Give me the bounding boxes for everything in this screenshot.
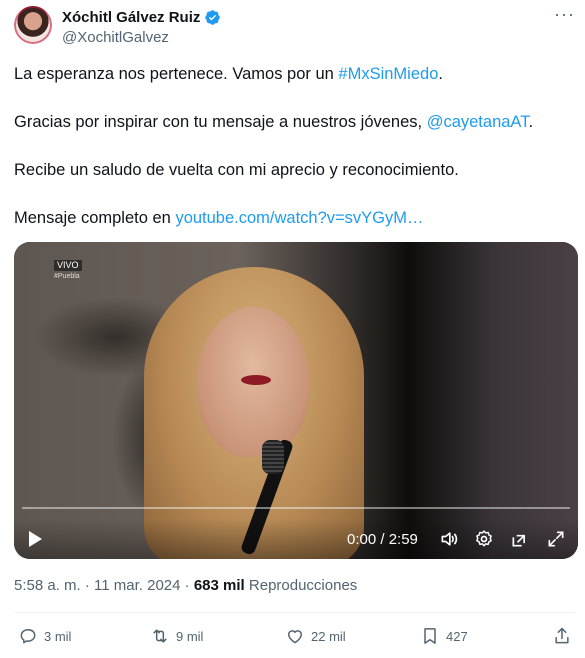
pop-out-icon[interactable]: [509, 529, 531, 549]
bookmark-count: 427: [446, 628, 468, 644]
fullscreen-icon[interactable]: [545, 529, 567, 549]
video-player[interactable]: VIVO #Puebla 0:00 / 2:59: [14, 242, 578, 559]
more-options-icon[interactable]: ···: [554, 5, 574, 26]
reply-icon: [20, 629, 36, 644]
avatar[interactable]: [14, 6, 52, 44]
author-handle[interactable]: @XochitlGalvez: [62, 29, 169, 46]
repost-count: 9 mil: [176, 628, 204, 644]
tweet-time[interactable]: 5:58 a. m.: [14, 577, 81, 594]
reply-button[interactable]: 3 mil: [18, 624, 71, 648]
reply-count: 3 mil: [44, 628, 72, 644]
live-badge: VIVO #Puebla: [54, 260, 82, 282]
video-time: 0:00 / 2:59: [347, 531, 418, 548]
tweet-meta: 5:58 a. m. · 11 mar. 2024 · 683 mil Repr…: [14, 577, 358, 594]
repost-icon: [153, 629, 167, 643]
heart-icon: [288, 630, 302, 644]
tweet-line-3: Recibe un saludo de vuelta con mi apreci…: [14, 161, 459, 179]
divider: [14, 612, 574, 613]
video-person-lips: [241, 375, 271, 385]
author-name-row: Xóchitl Gálvez Ruiz: [62, 9, 221, 26]
live-label: VIVO: [54, 260, 82, 271]
action-bar: 3 mil 9 mil 22 mil 427: [14, 624, 574, 648]
tweet-line-2: Gracias por inspirar con tu mensaje a nu…: [14, 113, 534, 131]
video-progress-bar[interactable]: [22, 507, 570, 509]
microphone-icon: [262, 440, 284, 474]
verified-badge-icon: [205, 10, 221, 25]
video-controls: 0:00 / 2:59: [14, 519, 578, 559]
mention-link[interactable]: @cayetanaAT: [427, 113, 529, 131]
volume-icon[interactable]: [438, 529, 460, 549]
location-label: #Puebla: [54, 273, 80, 280]
like-count: 22 mil: [311, 628, 346, 644]
tweet-line-1: La esperanza nos pertenece. Vamos por un…: [14, 65, 443, 83]
bookmark-icon: [424, 628, 436, 644]
repost-button[interactable]: 9 mil: [150, 624, 203, 648]
bookmark-button[interactable]: 427: [420, 624, 468, 648]
youtube-link[interactable]: youtube.com/watch?v=svYGyM…: [175, 209, 423, 227]
author-name[interactable]: Xóchitl Gálvez Ruiz: [62, 9, 200, 26]
like-button[interactable]: 22 mil: [285, 624, 346, 648]
share-button[interactable]: [552, 624, 572, 648]
share-icon: [555, 627, 569, 644]
views-label: Reproducciones: [248, 577, 358, 594]
tweet-date[interactable]: 11 mar. 2024: [94, 577, 180, 594]
play-icon[interactable]: [29, 531, 42, 547]
tweet-line-4: Mensaje completo en youtube.com/watch?v=…: [14, 209, 424, 227]
hashtag-link[interactable]: #MxSinMiedo: [338, 65, 438, 83]
tweet-header: Xóchitl Gálvez Ruiz @XochitlGalvez ···: [14, 5, 574, 50]
views-count: 683 mil: [193, 577, 245, 594]
settings-gear-icon[interactable]: [473, 529, 495, 549]
tweet-body: La esperanza nos pertenece. Vamos por un…: [14, 62, 574, 254]
